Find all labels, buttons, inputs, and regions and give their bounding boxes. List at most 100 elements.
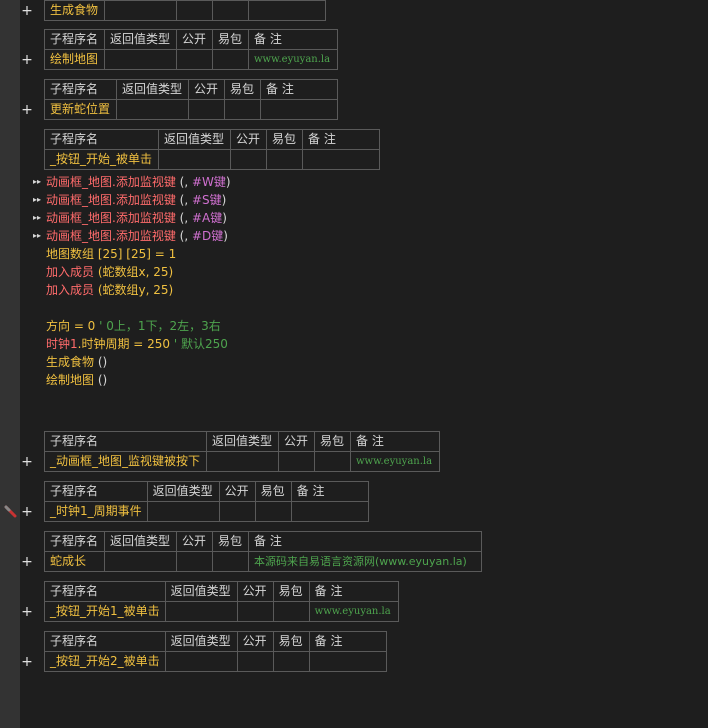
- easy-pack-cell[interactable]: [212, 0, 249, 21]
- note-cell[interactable]: www.eyuyan.la: [248, 49, 338, 70]
- expand-icon[interactable]: +: [20, 603, 34, 621]
- header-ret: 返回值类型: [164, 581, 238, 602]
- public-cell[interactable]: [236, 601, 274, 622]
- header-name: 子程序名: [44, 581, 166, 602]
- paren-open: (,: [175, 193, 192, 207]
- expand-arrow-icon[interactable]: ▸▸: [33, 209, 43, 227]
- expand-icon[interactable]: +: [20, 101, 34, 119]
- header-note: 备 注: [290, 481, 369, 502]
- paren-close: ): [221, 193, 227, 207]
- function-name: 绘制地图: [46, 373, 95, 387]
- object-name: 动画框_地图: [46, 229, 113, 243]
- ret-type-cell[interactable]: [104, 0, 177, 21]
- header-ret: 返回值类型: [116, 79, 189, 100]
- expand-arrow-icon[interactable]: ▸▸: [33, 191, 43, 209]
- note-cell[interactable]: [290, 501, 369, 522]
- easy-pack-cell[interactable]: [272, 651, 310, 672]
- code-line-add-member-x[interactable]: 加入成员 (蛇数组x, 25): [46, 263, 173, 281]
- note-cell[interactable]: www.eyuyan.la: [350, 451, 440, 472]
- expand-icon[interactable]: +: [20, 453, 34, 471]
- sub-table-update-snake: 子程序名 返回值类型 公开 易包 备 注 更新蛇位置: [44, 79, 338, 120]
- easy-pack-cell[interactable]: [224, 99, 261, 120]
- code-line-add-watch-w[interactable]: 动画框_地图.添加监视键 (, #W键): [46, 173, 231, 191]
- public-cell[interactable]: [278, 451, 315, 472]
- sub-table-clock-event: 子程序名 返回值类型 公开 易包 备 注 _时钟1_周期事件: [44, 481, 369, 522]
- sub-name[interactable]: _动画框_地图_监视键被按下: [44, 451, 207, 472]
- note-cell[interactable]: 本源码来自易语言资源网(www.eyuyan.la): [248, 551, 482, 572]
- note-cell[interactable]: [302, 149, 380, 170]
- note-cell[interactable]: [248, 0, 326, 21]
- easy-pack-cell[interactable]: [314, 451, 351, 472]
- code-line-direction[interactable]: 方向 = 0 ' 0上，1下，2左，3右: [46, 317, 221, 335]
- ret-type-cell[interactable]: [104, 49, 177, 70]
- code-line-map-array[interactable]: 地图数组 [25] [25] = 1: [46, 245, 176, 263]
- header-easy: 易包: [266, 129, 303, 150]
- header-name: 子程序名: [44, 481, 148, 502]
- ret-type-cell[interactable]: [164, 651, 238, 672]
- easy-pack-cell[interactable]: [266, 149, 303, 170]
- paren-open: (,: [175, 211, 192, 225]
- assignment: .时钟周期 = 250: [77, 337, 171, 351]
- code-line-generate-food[interactable]: 生成食物 (): [46, 353, 107, 371]
- code-line-clock-period[interactable]: 时钟1.时钟周期 = 250 ' 默认250: [46, 335, 228, 353]
- method-name: .添加监视键: [112, 175, 176, 189]
- expand-icon[interactable]: +: [20, 51, 34, 69]
- header-note: 备 注: [350, 431, 440, 452]
- code-line-add-watch-d[interactable]: 动画框_地图.添加监视键 (, #D键): [46, 227, 228, 245]
- ret-type-cell[interactable]: [164, 601, 238, 622]
- method-name: .添加监视键: [112, 193, 176, 207]
- breakpoint-icon[interactable]: [4, 505, 17, 518]
- expand-arrow-icon[interactable]: ▸▸: [33, 227, 43, 245]
- sub-name[interactable]: _按钮_开始1_被单击: [44, 601, 166, 622]
- public-cell[interactable]: [218, 501, 256, 522]
- code-line-add-watch-a[interactable]: 动画框_地图.添加监视键 (, #A键): [46, 209, 227, 227]
- header-ret: 返回值类型: [104, 531, 177, 552]
- note-cell[interactable]: [308, 651, 387, 672]
- object-name: 动画框_地图: [46, 175, 113, 189]
- easy-pack-cell[interactable]: [254, 501, 292, 522]
- public-cell[interactable]: [176, 551, 213, 572]
- code-line-add-member-y[interactable]: 加入成员 (蛇数组y, 25): [46, 281, 173, 299]
- expand-icon[interactable]: +: [20, 2, 34, 20]
- easy-pack-cell[interactable]: [212, 49, 249, 70]
- ret-type-cell[interactable]: [158, 149, 231, 170]
- header-easy: 易包: [272, 581, 310, 602]
- sub-name[interactable]: _按钮_开始_被单击: [44, 149, 159, 170]
- assignment: 方向 = 0: [46, 319, 96, 333]
- sub-name[interactable]: 绘制地图: [44, 49, 105, 70]
- sub-name[interactable]: 蛇成长: [44, 551, 105, 572]
- sub-name[interactable]: _时钟1_周期事件: [44, 501, 148, 522]
- sub-name[interactable]: 更新蛇位置: [44, 99, 117, 120]
- header-easy: 易包: [254, 481, 292, 502]
- easy-pack-cell[interactable]: [212, 551, 249, 572]
- sub-name[interactable]: _按钮_开始2_被单击: [44, 651, 166, 672]
- easy-pack-cell[interactable]: [272, 601, 310, 622]
- ret-type-cell[interactable]: [116, 99, 189, 120]
- ret-type-cell[interactable]: [146, 501, 220, 522]
- public-cell[interactable]: [236, 651, 274, 672]
- public-cell[interactable]: [230, 149, 267, 170]
- ret-type-cell[interactable]: [104, 551, 177, 572]
- header-easy: 易包: [212, 29, 249, 50]
- public-cell[interactable]: [188, 99, 225, 120]
- public-cell[interactable]: [176, 49, 213, 70]
- sub-name[interactable]: 生成食物: [44, 0, 105, 21]
- note-cell[interactable]: [260, 99, 338, 120]
- header-note: 备 注: [308, 581, 399, 602]
- function-args: (蛇数组x, 25): [94, 265, 174, 279]
- expand-icon[interactable]: +: [20, 653, 34, 671]
- expand-icon[interactable]: +: [20, 553, 34, 571]
- sub-table-start1-click: 子程序名 返回值类型 公开 易包 备 注 _按钮_开始1_被单击 www.eyu…: [44, 581, 399, 622]
- code-line-draw-map[interactable]: 绘制地图 (): [46, 371, 107, 389]
- sub-table-draw-map: 子程序名 返回值类型 公开 易包 备 注 绘制地图 www.eyuyan.la: [44, 29, 338, 70]
- code-line-add-watch-s[interactable]: 动画框_地图.添加监视键 (, #S键): [46, 191, 226, 209]
- header-easy: 易包: [272, 631, 310, 652]
- expand-arrow-icon[interactable]: ▸▸: [33, 173, 43, 191]
- ret-type-cell[interactable]: [206, 451, 279, 472]
- expand-icon[interactable]: +: [20, 503, 34, 521]
- sub-table-start2-click: 子程序名 返回值类型 公开 易包 备 注 _按钮_开始2_被单击: [44, 631, 387, 672]
- public-cell[interactable]: [176, 0, 213, 21]
- object-name: 动画框_地图: [46, 193, 113, 207]
- note-cell[interactable]: www.eyuyan.la: [308, 601, 399, 622]
- header-ret: 返回值类型: [158, 129, 231, 150]
